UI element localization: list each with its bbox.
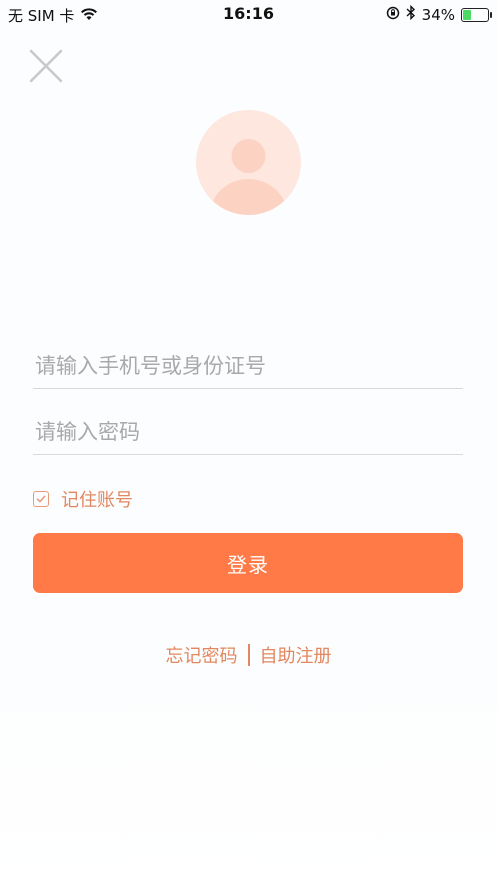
status-right: 34%: [386, 4, 492, 24]
close-button[interactable]: [28, 48, 64, 84]
orientation-lock-icon: [386, 6, 400, 24]
login-button[interactable]: 登录: [33, 533, 463, 593]
account-field: [33, 346, 467, 389]
password-field: [33, 412, 467, 455]
battery-fill: [463, 9, 471, 20]
remember-label: 记住账号: [61, 490, 133, 511]
forgot-password-link[interactable]: 忘记密码: [166, 642, 238, 668]
remember-account-toggle[interactable]: 记住账号: [33, 486, 133, 512]
close-icon: [29, 49, 63, 83]
register-link[interactable]: 自助注册: [260, 642, 332, 668]
bluetooth-icon: [406, 4, 416, 24]
remember-checkbox[interactable]: [33, 491, 49, 507]
auth-links: 忘记密码 自助注册: [0, 642, 497, 668]
battery-icon: [461, 7, 492, 22]
check-icon: [36, 495, 46, 503]
status-bar: 无 SIM 卡 16:16 34%: [0, 0, 497, 28]
link-divider: [247, 644, 250, 666]
avatar: [196, 110, 301, 215]
battery-percent: 34%: [421, 5, 455, 24]
account-input[interactable]: [33, 346, 467, 386]
password-input[interactable]: [33, 412, 467, 452]
user-avatar-icon: [210, 139, 287, 215]
login-screen: 无 SIM 卡 16:16 34% 请输入手机号或身份证号 记住账号 登录 忘记…: [0, 0, 497, 883]
